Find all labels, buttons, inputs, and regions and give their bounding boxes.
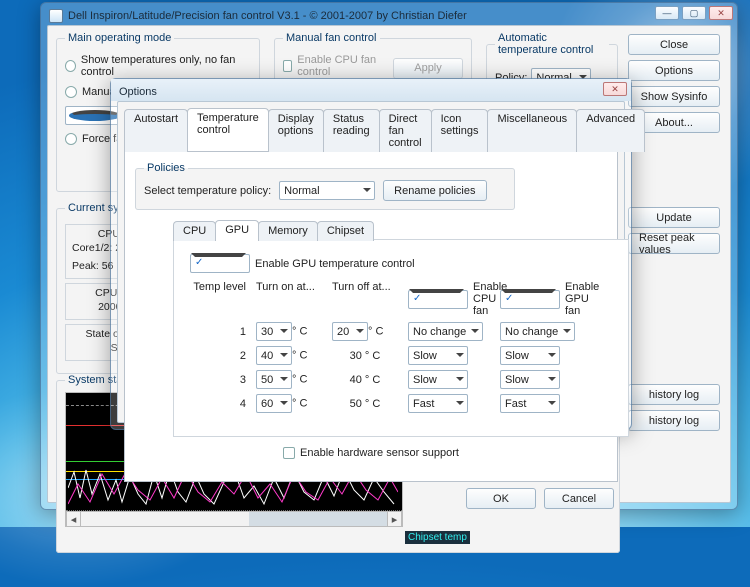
temperature-matrix: Enable GPU temperature control Temp leve…	[173, 239, 629, 437]
main-title: Dell Inspiron/Latitude/Precision fan con…	[68, 10, 467, 22]
enable-gpu-temp-control[interactable]: Enable GPU temperature control	[190, 254, 612, 273]
hdr-turn-off: Turn off at...	[332, 281, 398, 317]
policies-group: Policies Select temperature policy: Norm…	[135, 162, 515, 210]
temp-row-1: 130° C20° CNo changeNo change	[190, 322, 612, 341]
close-button[interactable]: Close	[628, 34, 720, 55]
gpu-fan-select[interactable]: Slow	[500, 370, 560, 389]
show-sysinfo-button[interactable]: Show Sysinfo	[628, 86, 720, 107]
temperature-policy-select[interactable]: Normal	[279, 181, 375, 200]
subtab-chipset[interactable]: Chipset	[317, 221, 374, 241]
enable-cpu-fan-control[interactable]: Enable CPU fan control	[283, 54, 381, 78]
options-title: Options	[119, 86, 157, 98]
checkbox-icon	[408, 290, 468, 309]
tab-autostart[interactable]: Autostart	[124, 109, 188, 152]
policy-select-label: Select temperature policy:	[144, 185, 271, 197]
turn-off-static: 30 ° C	[332, 350, 398, 362]
auto-legend: Automatic temperature control	[495, 32, 609, 56]
temp-row-4: 460° C50 ° CFastFast	[190, 394, 612, 413]
cancel-button[interactable]: Cancel	[544, 488, 614, 509]
turn-off-static: 40 ° C	[332, 374, 398, 386]
tab-miscellaneous[interactable]: Miscellaneous	[487, 109, 577, 152]
options-button[interactable]: Options	[628, 60, 720, 81]
main-mode-legend: Main operating mode	[65, 32, 174, 44]
hdr-turn-on: Turn on at...	[256, 281, 322, 317]
minimize-button[interactable]: —	[655, 6, 679, 20]
scroll-left-icon[interactable]: ◂	[66, 512, 81, 526]
options-close-button[interactable]: ✕	[603, 82, 627, 96]
level-label: 4	[190, 398, 246, 410]
chipset-temp-legend: Chipset temp	[405, 531, 470, 544]
device-subtabs: CPU GPU Memory Chipset	[173, 220, 607, 240]
close-window-button[interactable]: ✕	[709, 6, 733, 20]
tab-temperature-control[interactable]: Temperature control	[187, 108, 269, 151]
maximize-button[interactable]: ▢	[682, 6, 706, 20]
radio-icon	[65, 133, 77, 145]
gpu-fan-select[interactable]: Fast	[500, 394, 560, 413]
cpu-fan-select[interactable]: No change	[408, 322, 483, 341]
tab-display-options[interactable]: Display options	[268, 109, 324, 152]
enable-hw-sensor[interactable]: Enable hardware sensor support	[135, 447, 607, 459]
rename-policies-button[interactable]: Rename policies	[383, 180, 486, 201]
subtab-memory[interactable]: Memory	[258, 221, 318, 241]
cpu-fan-select[interactable]: Slow	[408, 346, 468, 365]
apply-button[interactable]: Apply	[393, 58, 463, 79]
checkbox-icon	[283, 447, 295, 459]
enable-gpu-fan[interactable]: Enable GPU fan	[500, 281, 582, 317]
checkbox-icon	[283, 60, 292, 72]
mode-temp-only[interactable]: Show temperatures only, no fan control	[65, 54, 251, 78]
tab-advanced[interactable]: Advanced	[576, 109, 645, 152]
radio-icon	[65, 86, 77, 98]
checkbox-icon	[500, 290, 560, 309]
history-log-1-button[interactable]: history log	[628, 384, 720, 405]
update-button[interactable]: Update	[628, 207, 720, 228]
policies-legend: Policies	[144, 162, 188, 174]
level-label: 3	[190, 374, 246, 386]
subtab-gpu[interactable]: GPU	[215, 220, 259, 240]
manual-legend: Manual fan control	[283, 32, 380, 44]
right-button-column: Close Options Show Sysinfo About... Upda…	[628, 34, 720, 431]
turn-off-select[interactable]: 20	[332, 322, 368, 341]
main-titlebar[interactable]: Dell Inspiron/Latitude/Precision fan con…	[41, 3, 737, 25]
turn-on-select[interactable]: 30	[256, 322, 292, 341]
reset-peak-button[interactable]: Reset peak values	[628, 233, 720, 254]
enable-cpu-fan[interactable]: Enable CPU fan	[408, 281, 490, 317]
turn-on-select[interactable]: 50	[256, 370, 292, 389]
turn-on-select[interactable]: 60	[256, 394, 292, 413]
level-label: 1	[190, 326, 246, 338]
turn-off-static: 50 ° C	[332, 398, 398, 410]
temp-row-2: 240° C30 ° CSlowSlow	[190, 346, 612, 365]
cpu-fan-select[interactable]: Slow	[408, 370, 468, 389]
tab-status-reading[interactable]: Status reading	[323, 109, 380, 152]
level-label: 2	[190, 350, 246, 362]
ok-button[interactable]: OK	[466, 488, 536, 509]
turn-on-select[interactable]: 40	[256, 346, 292, 365]
subtab-cpu[interactable]: CPU	[173, 221, 216, 241]
options-titlebar[interactable]: Options	[111, 79, 631, 101]
options-tabs: Autostart Temperature control Display op…	[124, 108, 618, 152]
tab-icon-settings[interactable]: Icon settings	[431, 109, 489, 152]
tab-direct-fan-control[interactable]: Direct fan control	[379, 109, 432, 152]
cpu-fan-select[interactable]: Fast	[408, 394, 468, 413]
gpu-fan-select[interactable]: Slow	[500, 346, 560, 365]
history-log-2-button[interactable]: history log	[628, 410, 720, 431]
gpu-fan-select[interactable]: No change	[500, 322, 575, 341]
checkbox-icon	[190, 254, 250, 273]
options-tab-body: Policies Select temperature policy: Norm…	[124, 152, 618, 482]
app-icon	[49, 9, 63, 23]
options-dialog: Options ✕ Autostart Temperature control …	[110, 78, 632, 430]
temp-row-3: 350° C40 ° CSlowSlow	[190, 370, 612, 389]
hdr-temp-level: Temp level	[190, 281, 246, 317]
radio-icon	[65, 60, 76, 72]
